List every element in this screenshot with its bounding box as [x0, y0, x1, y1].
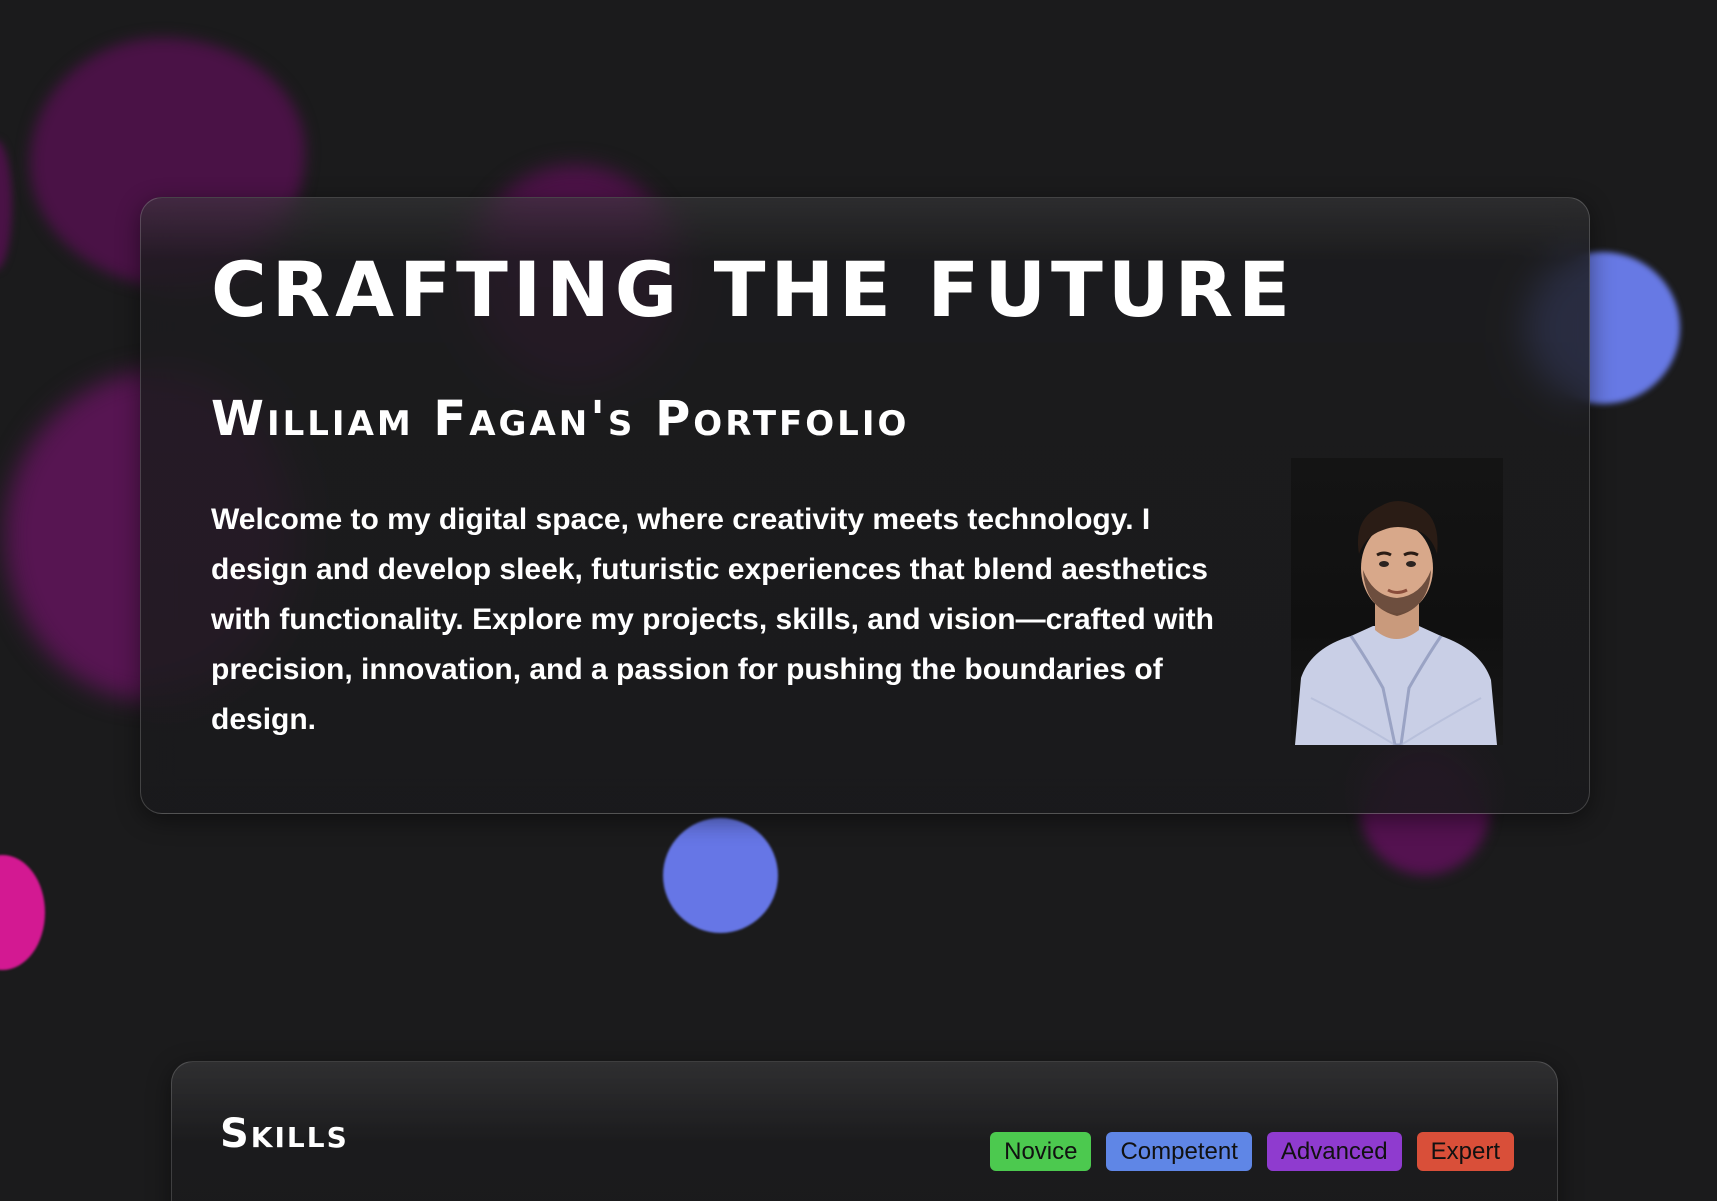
person-photo-icon	[1295, 501, 1497, 745]
decor-blob	[0, 855, 45, 970]
intro-paragraph: Welcome to my digital space, where creat…	[211, 503, 1214, 736]
legend-badge-expert: Expert	[1416, 1132, 1514, 1171]
decor-blob	[663, 818, 778, 933]
hero-title: CRAFTING THE FUTURE	[211, 245, 1296, 334]
hero-card: CRAFTING THE FUTURE William Fagan's Port…	[140, 197, 1590, 814]
portfolio-subtitle: William Fagan's Portfolio	[211, 391, 910, 447]
legend-badge-novice: Novice	[990, 1132, 1092, 1171]
profile-photo	[1291, 458, 1503, 745]
legend-badge-advanced: Advanced	[1266, 1132, 1402, 1171]
page-stage: CRAFTING THE FUTURE William Fagan's Port…	[0, 0, 1717, 1201]
skills-title: Skills	[220, 1111, 349, 1157]
legend-badge-competent: Competent	[1106, 1132, 1252, 1171]
decor-blob	[0, 140, 12, 270]
skill-level-legend: Novice Competent Advanced Expert	[990, 1132, 1514, 1171]
skills-card: Skills Novice Competent Advanced Expert	[171, 1061, 1558, 1201]
